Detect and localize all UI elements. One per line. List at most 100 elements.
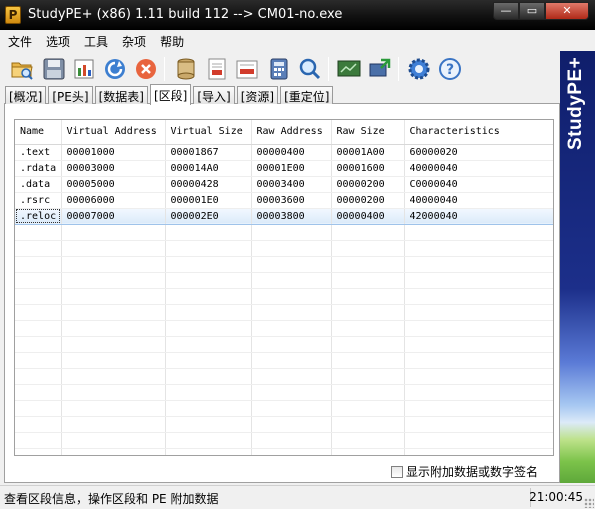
cell-characteristics: 42000040 [404,207,553,225]
rva-converter-icon[interactable] [233,55,261,83]
cell-name: .rsrc [15,192,62,209]
minimize-button[interactable]: — [493,2,519,20]
screen-icon[interactable] [335,55,363,83]
cell-raw-address: 00003400 [251,176,332,193]
tab-strip: [概况] [PE头] [数据表] [区段] [导入] [资源] [重定位] [5,84,335,105]
export-icon[interactable] [366,55,394,83]
tab-pe-header[interactable]: [PE头] [48,86,93,104]
cell-virtual-address: 00001000 [61,144,166,161]
search-icon[interactable] [296,55,324,83]
empty-row [15,384,553,401]
empty-row [15,240,553,257]
checkbox-label: 显示附加数据或数字签名 [406,465,539,479]
empty-row [15,288,553,305]
cell-virtual-size: 000014A0 [165,160,252,177]
calculator-icon[interactable] [265,55,293,83]
table-row[interactable]: .rdata 00003000 000014A0 00001E00 000016… [15,160,553,177]
cell-characteristics: 60000020 [404,144,553,161]
app-icon[interactable]: P [5,6,21,24]
column-header-virtual-size[interactable]: Virtual Size [165,120,252,145]
empty-row [15,304,553,321]
cell-virtual-size: 000002E0 [165,207,252,225]
empty-row [15,432,553,449]
menu-misc[interactable]: 杂项 [114,30,152,51]
empty-row [15,352,553,369]
empty-row [15,400,553,417]
cell-characteristics: C0000040 [404,176,553,193]
close-file-icon[interactable] [132,55,160,83]
cell-raw-size: 00000400 [331,207,405,225]
document-icon[interactable] [203,55,231,83]
database-icon[interactable] [172,55,200,83]
close-button[interactable]: ✕ [545,2,589,20]
maximize-button[interactable]: ▭ [519,2,545,20]
cell-virtual-address: 00003000 [61,160,166,177]
window-controls: — ▭ ✕ [493,2,589,20]
cell-raw-size: 00000200 [331,192,405,209]
column-header-name[interactable]: Name [15,120,62,145]
open-folder-icon[interactable] [8,55,36,83]
cell-virtual-size: 000001E0 [165,192,252,209]
settings-icon[interactable] [405,55,433,83]
column-header-characteristics[interactable]: Characteristics [404,120,553,145]
brand-logo-text: StudyPE+ [565,57,586,151]
cell-raw-address: 00003800 [251,207,332,225]
column-header-raw-address[interactable]: Raw Address [251,120,332,145]
cell-virtual-address: 00007000 [61,207,166,225]
empty-row [15,368,553,385]
tab-imports[interactable]: [导入] [193,86,235,104]
cell-virtual-address: 00005000 [61,176,166,193]
column-header-raw-size[interactable]: Raw Size [331,120,405,145]
tab-resources[interactable]: [资源] [236,86,279,104]
menu-file[interactable]: 文件 [0,30,38,51]
cell-virtual-address: 00006000 [61,192,166,209]
cell-raw-size: 00001600 [331,160,405,177]
pe-chart-icon[interactable] [71,55,99,83]
menu-bar: 文件 选项 工具 杂项 帮助 [0,30,595,51]
cell-name: .rdata [15,160,62,177]
cell-raw-address: 00003600 [251,192,332,209]
sections-table[interactable]: Name Virtual Address Virtual Size Raw Ad… [14,119,554,456]
cell-raw-address: 00001E00 [251,160,332,177]
cell-characteristics: 40000040 [404,160,553,177]
checkbox-box[interactable] [391,465,403,478]
signature-checkbox[interactable]: 显示附加数据或数字签名 [391,463,538,480]
cell-name: .reloc [15,207,62,225]
cell-characteristics: 40000040 [404,192,553,209]
empty-row [15,448,553,455]
save-icon[interactable] [40,55,68,83]
svg-text:?: ? [446,62,454,78]
tab-relocations[interactable]: [重定位] [280,86,334,104]
empty-row [15,256,553,273]
empty-row [15,272,553,289]
title-bar[interactable]: P StudyPE+ (x86) 1.11 build 112 --> CM01… [0,0,595,30]
empty-row [15,320,553,337]
cell-name: .text [15,144,62,161]
status-message: 查看区段信息，操作区段和 PE 附加数据 [4,492,219,506]
tab-sections[interactable]: [区段] [149,84,192,105]
table-row[interactable]: .rsrc 00006000 000001E0 00003600 0000020… [15,192,553,209]
tab-data-directories[interactable]: [数据表] [94,86,148,104]
status-time: 21:00:45 [529,490,583,504]
cell-virtual-size: 00000428 [165,176,252,193]
empty-row [15,336,553,353]
table-row[interactable]: .data 00005000 00000428 00003400 0000020… [15,176,553,193]
resize-grip[interactable] [584,498,594,508]
window-title: StudyPE+ (x86) 1.11 build 112 --> CM01-n… [28,7,343,22]
table-row[interactable]: .text 00001000 00001867 00000400 00001A0… [15,144,553,161]
status-bar: 查看区段信息，操作区段和 PE 附加数据 21:00:45 [0,485,595,509]
cell-name: .data [15,176,62,193]
toolbar: ? [0,51,560,85]
cell-raw-size: 00000200 [331,176,405,193]
menu-options[interactable]: 选项 [38,30,76,51]
column-header-virtual-address[interactable]: Virtual Address [61,120,166,145]
cell-raw-size: 00001A00 [331,144,405,161]
empty-row [15,416,553,433]
menu-tools[interactable]: 工具 [76,30,114,51]
table-body: .text 00001000 00001867 00000400 00001A0… [15,144,553,455]
menu-help[interactable]: 帮助 [152,30,190,51]
tab-overview[interactable]: [概况] [5,86,47,104]
refresh-icon[interactable] [101,55,129,83]
table-row-selected[interactable]: .reloc 00007000 000002E0 00003800 000004… [15,207,553,225]
help-icon[interactable]: ? [436,55,464,83]
